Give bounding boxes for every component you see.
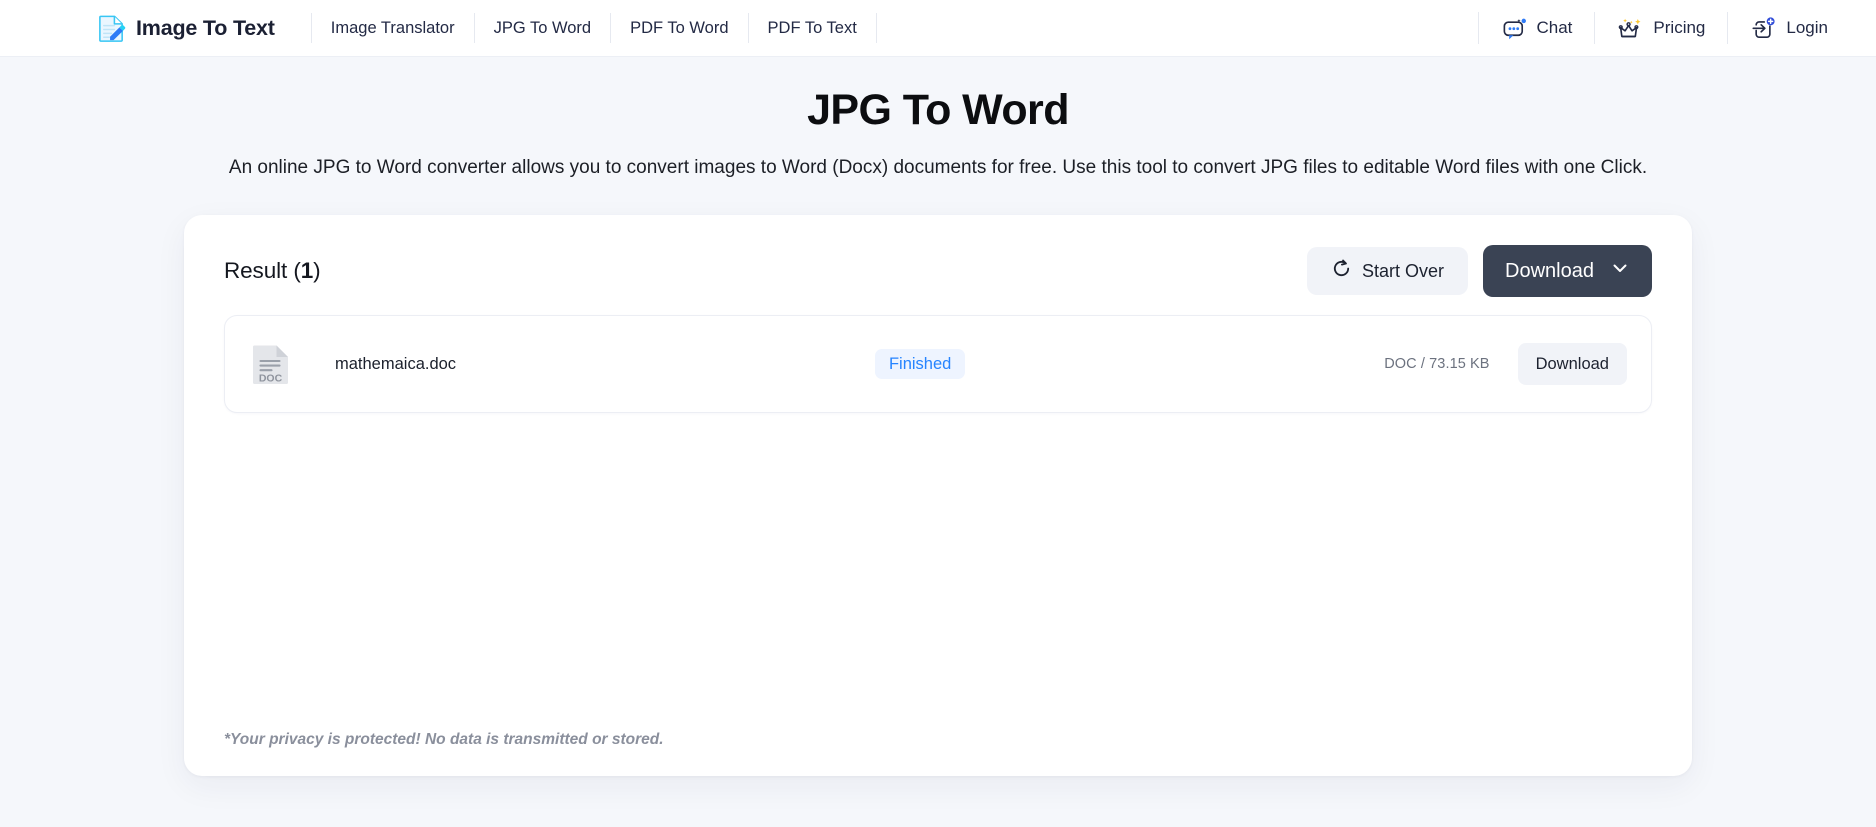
start-over-button[interactable]: Start Over bbox=[1307, 247, 1469, 296]
result-header-actions: Start Over Download bbox=[1307, 245, 1652, 298]
page-subtitle: An online JPG to Word converter allows y… bbox=[228, 157, 1648, 179]
nav-link-pdf-to-word[interactable]: PDF To Word bbox=[611, 13, 749, 43]
brand-logo-link[interactable]: Image To Text bbox=[96, 13, 275, 44]
nav-link-jpg-to-word[interactable]: JPG To Word bbox=[475, 13, 612, 43]
top-navigation-bar: Image To Text Image Translator JPG To Wo… bbox=[0, 0, 1876, 57]
login-label: Login bbox=[1786, 18, 1828, 37]
chat-bubble-icon bbox=[1501, 15, 1528, 42]
download-dropdown-label: Download bbox=[1505, 259, 1594, 282]
privacy-note: *Your privacy is protected! No data is t… bbox=[224, 731, 664, 749]
nav-link-image-translator[interactable]: Image Translator bbox=[310, 13, 475, 43]
row-download-button[interactable]: Download bbox=[1517, 343, 1627, 386]
brand-name: Image To Text bbox=[136, 15, 275, 40]
status-cell: Finished bbox=[610, 348, 1230, 380]
crown-icon bbox=[1617, 15, 1644, 42]
chevron-down-icon bbox=[1610, 258, 1630, 284]
nav-link-pdf-to-text[interactable]: PDF To Text bbox=[749, 13, 877, 43]
result-title: Result (1) bbox=[224, 258, 321, 284]
chat-label: Chat bbox=[1536, 18, 1573, 37]
file-meta: DOC / 73.15 KB bbox=[1384, 356, 1490, 373]
pricing-label: Pricing bbox=[1653, 18, 1706, 37]
login-button[interactable]: Login bbox=[1728, 12, 1832, 44]
nav-right-actions: Chat Pricing Login bbox=[1477, 12, 1833, 44]
result-card: Result (1) Start Over Download DOC mathe… bbox=[184, 215, 1692, 777]
download-dropdown-button[interactable]: Download bbox=[1483, 245, 1652, 298]
file-name: mathemaica.doc bbox=[335, 354, 457, 373]
document-pencil-logo-icon bbox=[96, 13, 127, 44]
start-over-label: Start Over bbox=[1362, 260, 1445, 281]
result-title-suffix: ) bbox=[313, 258, 321, 284]
chat-button[interactable]: Chat bbox=[1477, 12, 1596, 44]
pricing-button[interactable]: Pricing bbox=[1595, 12, 1729, 44]
page-title: JPG To Word bbox=[807, 86, 1069, 134]
doc-file-icon: DOC bbox=[247, 340, 295, 388]
result-title-prefix: Result ( bbox=[224, 258, 301, 284]
result-count: 1 bbox=[300, 258, 314, 284]
primary-nav-links: Image Translator JPG To Word PDF To Word… bbox=[310, 13, 877, 43]
page-hero: JPG To Word An online JPG to Word conver… bbox=[0, 57, 1876, 181]
result-card-header: Result (1) Start Over Download bbox=[224, 245, 1652, 298]
login-arrow-icon bbox=[1750, 15, 1777, 42]
status-badge: Finished bbox=[874, 348, 966, 380]
svg-text:DOC: DOC bbox=[259, 373, 283, 385]
refresh-icon bbox=[1331, 258, 1352, 284]
table-row[interactable]: DOC mathemaica.doc Finished DOC / 73.15 … bbox=[224, 315, 1652, 414]
